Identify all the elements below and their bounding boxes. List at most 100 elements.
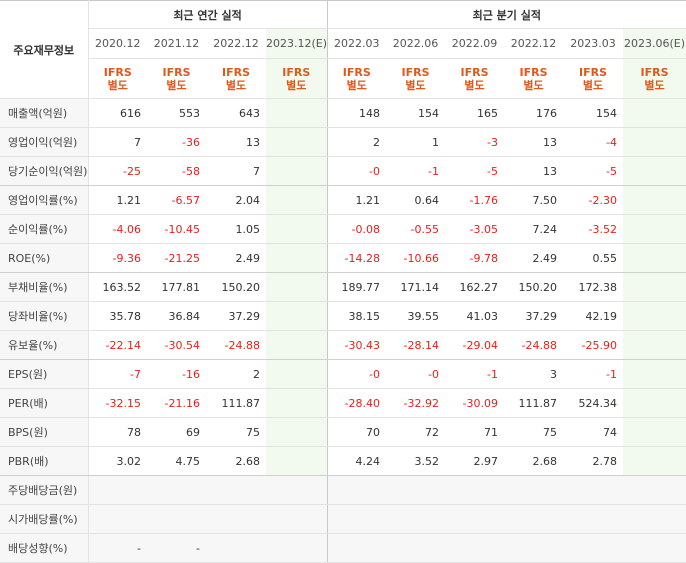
table-row: 매출액(억원) 616 553 643 148 154 165 176 154 <box>0 98 686 128</box>
ifrs-line2: 별도 <box>644 78 665 92</box>
data-cell: 4.24 <box>326 446 387 476</box>
data-cell: 176 <box>504 98 564 128</box>
data-cell <box>504 504 564 534</box>
data-cell <box>623 446 686 476</box>
data-cell <box>623 301 686 331</box>
data-cell <box>445 504 505 534</box>
data-cell <box>266 504 328 534</box>
row-label: 순이익률(%) <box>0 214 89 244</box>
data-cell: -0.55 <box>386 214 446 244</box>
ifrs-badge: IFRS 별도 <box>445 58 505 99</box>
data-cell <box>623 185 686 215</box>
data-cell: 2.49 <box>206 243 266 273</box>
data-cell: -21.16 <box>147 388 206 418</box>
data-cell <box>266 243 328 273</box>
data-cell <box>386 504 446 534</box>
data-cell: 0.55 <box>563 243 624 273</box>
data-cell <box>623 417 686 447</box>
ifrs-line1: IFRS <box>162 65 191 79</box>
table-row: 배당성향(%) - - <box>0 533 686 563</box>
row-label: 당기순이익(억원) <box>0 156 89 186</box>
data-cell: -10.45 <box>147 214 206 244</box>
data-cell: -6.57 <box>147 185 206 215</box>
data-cell <box>266 185 328 215</box>
table-row: ROE(%) -9.36 -21.25 2.49 -14.28 -10.66 -9.78 2.… <box>0 243 686 273</box>
data-cell <box>206 475 266 505</box>
data-cell: 553 <box>147 98 206 128</box>
data-cell: 2.68 <box>504 446 564 476</box>
data-cell <box>206 504 266 534</box>
data-cell: 111.87 <box>206 388 266 418</box>
data-cell: 171.14 <box>386 272 446 302</box>
data-cell: 1.21 <box>326 185 387 215</box>
data-cell: 154 <box>386 98 446 128</box>
data-cell <box>147 475 206 505</box>
table-row: 영업이익률(%) 1.21 -6.57 2.04 1.21 0.64 -1.76 7.50 -2… <box>0 185 686 215</box>
data-cell: 38.15 <box>326 301 387 331</box>
data-cell <box>266 301 328 331</box>
data-cell: 0.64 <box>386 185 446 215</box>
data-cell: 39.55 <box>386 301 446 331</box>
data-cell: -2.30 <box>563 185 624 215</box>
period-annual-1: 2021.12 <box>147 28 206 59</box>
data-cell: -5 <box>563 156 624 186</box>
row-label: 부채비율(%) <box>0 272 89 302</box>
period-quarter-3: 2022.12 <box>504 28 564 59</box>
data-cell: 75 <box>206 417 266 447</box>
data-cell <box>88 504 147 534</box>
ifrs-line1: IFRS <box>342 65 371 79</box>
table-row: 유보율(%) -22.14 -30.54 -24.88 -30.43 -28.14 -29.… <box>0 330 686 360</box>
data-cell: -5 <box>445 156 505 186</box>
data-cell: 7.24 <box>504 214 564 244</box>
data-cell <box>623 359 686 389</box>
data-cell <box>623 504 686 534</box>
ifrs-badge: IFRS 별도 <box>147 58 206 99</box>
ifrs-badge: IFRS 별도 <box>206 58 266 99</box>
data-cell <box>563 475 624 505</box>
data-cell: 150.20 <box>206 272 266 302</box>
data-cell: -0 <box>326 156 387 186</box>
data-cell: 643 <box>206 98 266 128</box>
financial-summary-table-wrap: 주요재무정보 최근 연간 실적 최근 분기 실적 2020.12 2021.12 2… <box>0 0 686 563</box>
data-cell: 37.29 <box>504 301 564 331</box>
data-cell <box>326 504 387 534</box>
data-cell: - <box>147 533 206 563</box>
row-label: PER(배) <box>0 388 89 418</box>
data-cell: 35.78 <box>88 301 147 331</box>
data-cell: -22.14 <box>88 330 147 360</box>
data-cell: -9.36 <box>88 243 147 273</box>
row-label: 주당배당금(원) <box>0 475 89 505</box>
data-cell: -28.40 <box>326 388 387 418</box>
data-cell: -9.78 <box>445 243 505 273</box>
data-cell: -1.76 <box>445 185 505 215</box>
data-cell: -32.15 <box>88 388 147 418</box>
ifrs-line2: 별도 <box>346 78 367 92</box>
ifrs-badge: IFRS 별도 <box>386 58 446 99</box>
table-row: 당좌비율(%) 35.78 36.84 37.29 38.15 39.55 41.03 37.… <box>0 301 686 331</box>
data-cell: 165 <box>445 98 505 128</box>
data-cell: 1.21 <box>88 185 147 215</box>
data-cell: 4.75 <box>147 446 206 476</box>
data-cell: -25 <box>88 156 147 186</box>
data-cell: 2 <box>326 127 387 157</box>
data-cell: 177.81 <box>147 272 206 302</box>
ifrs-line1: IFRS <box>103 65 132 79</box>
data-cell: 13 <box>206 127 266 157</box>
data-cell: 7 <box>206 156 266 186</box>
ifrs-line2: 별도 <box>464 78 485 92</box>
data-cell: -32.92 <box>386 388 446 418</box>
data-cell <box>326 475 387 505</box>
annual-title: 최근 연간 실적 <box>88 0 328 29</box>
data-cell: 74 <box>563 417 624 447</box>
data-cell: 42.19 <box>563 301 624 331</box>
data-cell: -0 <box>386 359 446 389</box>
ifrs-line1: IFRS <box>640 65 669 79</box>
data-cell: 150.20 <box>504 272 564 302</box>
data-cell <box>88 475 147 505</box>
data-cell: 7.50 <box>504 185 564 215</box>
data-cell: 13 <box>504 127 564 157</box>
data-cell <box>563 504 624 534</box>
row-label: BPS(원) <box>0 417 89 447</box>
data-cell <box>266 475 328 505</box>
data-cell <box>445 475 505 505</box>
